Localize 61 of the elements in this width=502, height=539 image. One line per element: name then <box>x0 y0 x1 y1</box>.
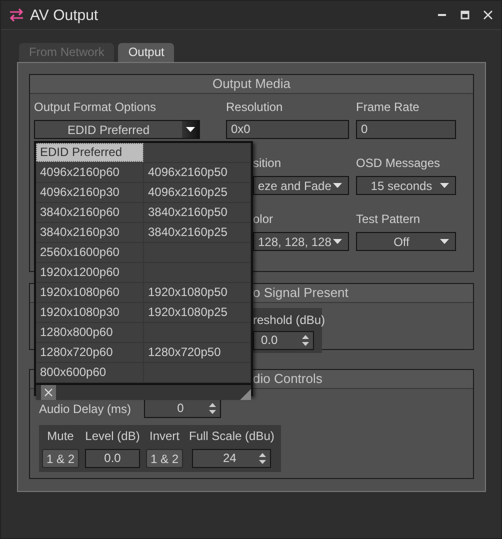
caret-icon <box>333 183 342 188</box>
field-label: Resolution <box>226 100 284 116</box>
audio-delay-spinbox[interactable]: 0 <box>144 399 221 418</box>
spin-arrows-icon[interactable] <box>259 453 266 464</box>
format-option[interactable]: 1920x1080p25 <box>144 303 251 322</box>
caret-icon <box>440 239 449 244</box>
spin-arrows-icon[interactable] <box>302 335 309 346</box>
field-label: sition <box>253 155 282 172</box>
full-scale-spinbox[interactable]: 24 <box>192 449 272 468</box>
transition-dropdown[interactable]: eze and Fade <box>253 176 349 195</box>
format-option[interactable]: 4096x2160p60 <box>36 163 144 182</box>
field-label: reshold (dBu) <box>253 313 322 329</box>
field-label: Frame Rate <box>356 100 420 116</box>
swap-arrows-icon <box>9 8 24 22</box>
resolution-field[interactable]: 0x0 <box>226 120 349 139</box>
threshold-spinbox[interactable]: 0.0 <box>253 331 314 350</box>
channel-button[interactable]: 1 & 2 <box>42 449 79 468</box>
format-option[interactable]: 4096x2160p50 <box>144 163 251 182</box>
maximize-icon[interactable] <box>460 10 470 20</box>
column-label: Level (dB) <box>85 429 140 443</box>
format-option[interactable]: 1920x1080p50 <box>144 283 251 302</box>
field-label: OSD Messages <box>356 155 442 172</box>
test-pattern-dropdown[interactable]: Off <box>356 232 456 251</box>
column-label: Full Scale (dBu) <box>189 429 274 443</box>
frame-rate-field[interactable]: 0 <box>356 120 456 139</box>
color-dropdown[interactable]: 128, 128, 128 <box>253 232 349 251</box>
channel-button[interactable]: 1 & 2 <box>146 449 183 468</box>
format-option[interactable]: 4096x2160p30 <box>36 183 144 202</box>
osd-dropdown[interactable]: 15 seconds <box>356 176 456 195</box>
tab[interactable]: Output <box>118 43 174 62</box>
column-label: Mute <box>47 429 74 443</box>
column-label: Invert <box>149 429 180 443</box>
spin-arrows-icon[interactable] <box>209 403 216 414</box>
format-option[interactable]: 800x600p60 <box>36 363 144 382</box>
caret-icon <box>186 127 195 132</box>
group-title: dio Controls <box>253 370 322 388</box>
format-option[interactable]: 1280x720p50 <box>144 343 251 362</box>
format-dropdown[interactable]: EDID Preferred <box>34 120 200 139</box>
window-title: AV Output <box>30 6 98 24</box>
format-option[interactable]: 3840x2160p30 <box>36 223 144 242</box>
format-option[interactable]: 3840x2160p25 <box>144 223 251 242</box>
format-option[interactable]: 1920x1080p60 <box>36 283 144 302</box>
field-label: Audio Delay (ms) <box>39 402 132 416</box>
format-option[interactable]: 2560x1600p60 <box>36 243 144 262</box>
format-option[interactable]: 4096x2160p25 <box>144 183 251 202</box>
format-option[interactable]: 1280x800p60 <box>36 323 144 342</box>
format-option[interactable]: EDID Preferred <box>36 143 144 162</box>
field-label: olor <box>253 211 274 228</box>
group-title: o Signal Present <box>253 284 348 302</box>
format-option[interactable]: 3840x2160p60 <box>36 203 144 222</box>
format-option[interactable]: 1280x720p60 <box>36 343 144 362</box>
format-option[interactable]: 1920x1080p30 <box>36 303 144 322</box>
format-option[interactable]: 3840x2160p50 <box>144 203 251 222</box>
field-label: Output Format Options <box>34 100 158 116</box>
group-title: Output Media <box>212 75 291 93</box>
level-field[interactable]: 0.0 <box>85 449 140 468</box>
field-label: Test Pattern <box>356 211 422 228</box>
caret-icon <box>440 183 449 188</box>
caret-icon <box>333 239 342 244</box>
format-option[interactable]: 1920x1200p60 <box>36 263 144 282</box>
close-icon[interactable] <box>483 10 493 20</box>
